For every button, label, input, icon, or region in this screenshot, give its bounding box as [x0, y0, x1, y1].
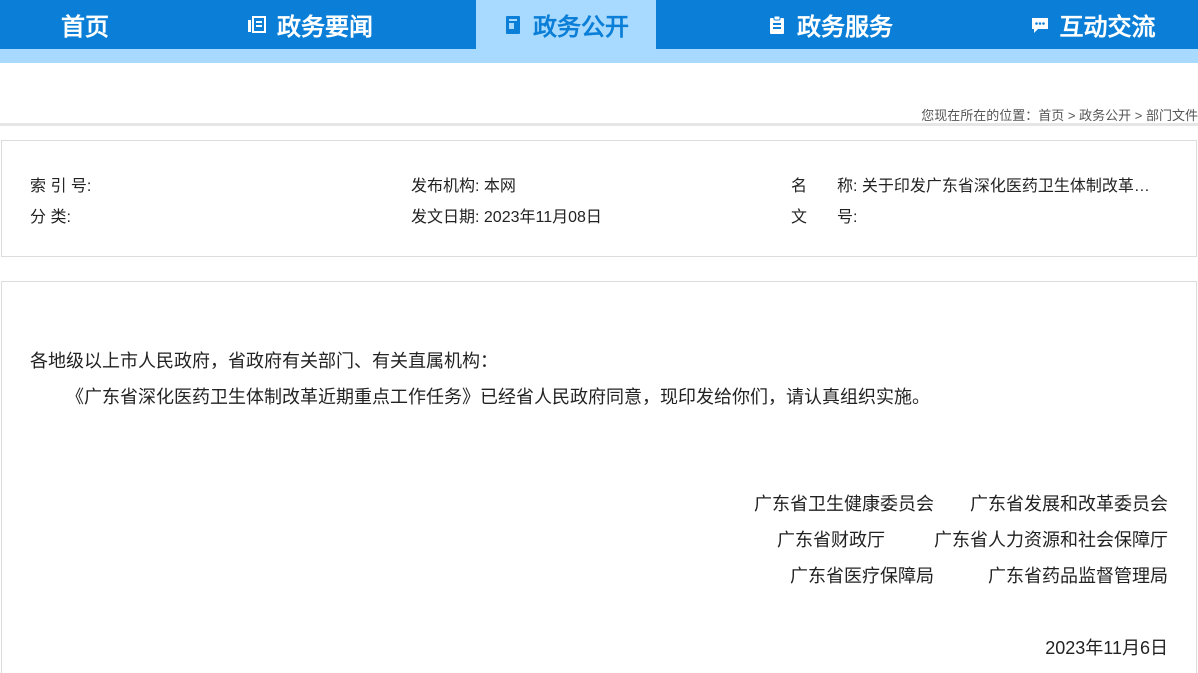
nav-subbar: [0, 49, 1198, 63]
nav-gov-open[interactable]: 政务公开: [476, 0, 656, 49]
meta-docno-label-b: 号:: [837, 209, 858, 226]
meta-index: 索 引 号:: [30, 172, 91, 196]
breadcrumb-dept-files[interactable]: 部门文件: [1146, 108, 1198, 123]
signer: 广东省药品监督管理局: [988, 566, 1168, 586]
nav-gov-open-label: 政务公开: [533, 14, 629, 41]
signer: 广东省卫生健康委员会: [754, 494, 934, 514]
news-icon: [248, 15, 266, 33]
breadcrumb-prefix: 您现在所在的位置：: [921, 108, 1039, 123]
meta-publisher-label: 发布机构:: [411, 178, 480, 195]
meta-publisher-value: 本网: [483, 178, 516, 195]
nav-news[interactable]: 政务要闻: [230, 0, 390, 49]
breadcrumb-divider: [0, 123, 1198, 126]
breadcrumb-sep: >: [1131, 108, 1146, 123]
meta-date-value: 2023年11月08日: [483, 209, 602, 226]
doc-sign-date: 2023年11月6日: [1045, 638, 1168, 658]
meta-date-label: 发文日期:: [411, 209, 480, 226]
signer: 广东省医疗保障局: [790, 566, 934, 586]
signer-row: 广东省医疗保障局 广东省药品监督管理局: [790, 562, 1168, 588]
signer: 广东省人力资源和社会保障厅: [934, 530, 1168, 550]
body-paragraph: 《广东省深化医药卫生体制改革近期重点工作任务》已经省人民政府同意，现印发给你们，…: [66, 387, 930, 407]
meta-date: 发文日期: 2023年11月08日: [411, 203, 602, 227]
chat-icon: [1031, 17, 1048, 33]
clipboard-icon: [770, 15, 784, 34]
breadcrumb-home[interactable]: 首页: [1038, 108, 1064, 123]
meta-name-value: 关于印发广东省深化医药卫生体制改革近期重点工作任务的通知: [861, 178, 1152, 195]
nav-interaction[interactable]: 互动交流: [1015, 0, 1170, 49]
nav-interaction-label: 互动交流: [1059, 14, 1156, 41]
breadcrumb: 您现在所在的位置：首页 > 政务公开 > 部门文件: [921, 105, 1198, 124]
meta-docno-label-a: 文: [791, 209, 808, 226]
nav-home-label: 首页: [61, 14, 109, 41]
signer: 广东省财政厅: [777, 530, 885, 550]
signer-row: 广东省卫生健康委员会 广东省发展和改革委员会: [754, 490, 1168, 516]
nav-home[interactable]: 首页: [40, 0, 130, 49]
breadcrumb-sep: >: [1064, 108, 1080, 123]
meta-category-label: 分 类:: [30, 209, 71, 226]
meta-name: 名 称: 关于印发广东省深化医药卫生体制改革近期重点工作任务的通知: [791, 172, 1152, 196]
meta-docno: 文 号:: [791, 203, 857, 227]
nav-services[interactable]: 政务服务: [755, 0, 905, 49]
meta-name-label-b: 称:: [837, 178, 858, 195]
breadcrumb-gov-open[interactable]: 政务公开: [1079, 108, 1131, 123]
meta-name-label-a: 名: [791, 178, 808, 195]
signer: 广东省发展和改革委员会: [970, 494, 1168, 514]
signer-row: 广东省财政厅 广东省人力资源和社会保障厅: [777, 526, 1168, 552]
top-nav: 首页 政务要闻 政务公开 政务服务 互动交流: [0, 0, 1198, 49]
meta-category: 分 类:: [30, 203, 71, 227]
meta-index-label: 索 引 号:: [30, 178, 92, 195]
doc-meta-box: 索 引 号: 分 类: 发布机构: 本网 发文日期: 2023年11月08日 名…: [1, 140, 1197, 257]
book-icon: [506, 15, 520, 34]
nav-services-label: 政务服务: [797, 14, 893, 41]
salutation: 各地级以上市人民政府，省政府有关部门、有关直属机构：: [30, 351, 498, 371]
doc-content: 各地级以上市人民政府，省政府有关部门、有关直属机构： 《广东省深化医药卫生体制改…: [1, 281, 1197, 673]
meta-publisher: 发布机构: 本网: [411, 172, 516, 196]
nav-news-label: 政务要闻: [277, 14, 373, 41]
